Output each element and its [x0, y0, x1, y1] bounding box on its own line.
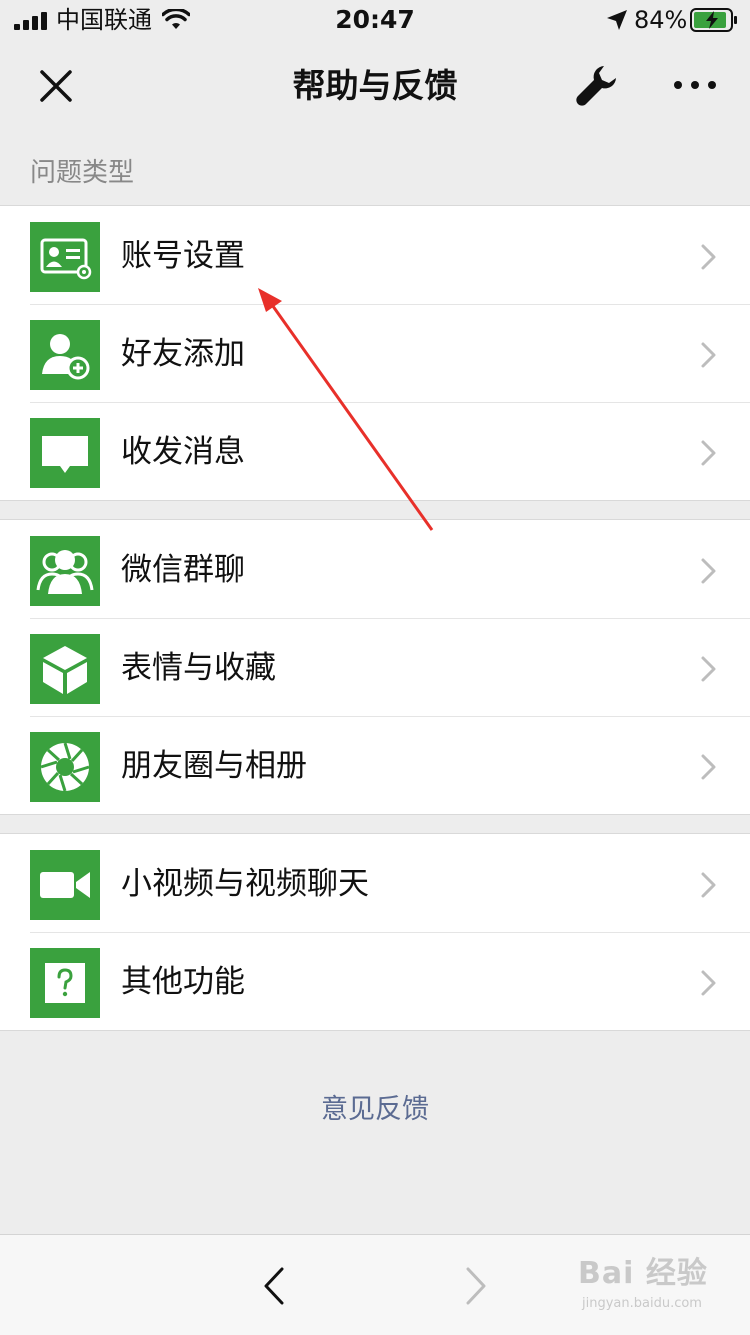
group-chat-icon — [30, 536, 100, 606]
chevron-right-icon — [701, 656, 716, 682]
chevron-right-icon — [701, 754, 716, 780]
chevron-right-icon — [701, 342, 716, 368]
menu-item-label: 表情与收藏 — [121, 650, 276, 686]
menu-item-label: 微信群聊 — [121, 552, 245, 588]
watermark-url: jingyan.baidu.com — [582, 1296, 702, 1311]
battery-charging-icon — [690, 8, 737, 32]
menu-item-video-chat[interactable]: 小视频与视频聊天 — [0, 834, 750, 932]
message-icon — [30, 418, 100, 488]
wrench-icon[interactable] — [574, 62, 620, 108]
menu-item-label: 朋友圈与相册 — [121, 748, 307, 784]
back-icon[interactable] — [260, 1265, 290, 1307]
menu-item-label: 好友添加 — [121, 336, 245, 372]
cube-icon — [30, 634, 100, 704]
more-icon[interactable] — [670, 70, 720, 100]
page-title: 帮助与反馈 — [292, 66, 458, 105]
chevron-right-icon — [701, 440, 716, 466]
status-bar: 中国联通 20:47 84% — [0, 0, 750, 40]
chevron-right-icon — [701, 244, 716, 270]
section-label: 问题类型 — [30, 158, 135, 188]
menu-item-label: 小视频与视频聊天 — [121, 866, 369, 902]
menu-group-3: 小视频与视频聊天 其他功能 — [0, 833, 750, 1031]
aperture-icon — [30, 732, 100, 802]
chevron-right-icon — [701, 558, 716, 584]
menu-item-label: 收发消息 — [121, 434, 245, 470]
chevron-right-icon — [701, 872, 716, 898]
menu-item-account-settings[interactable]: 账号设置 — [0, 206, 750, 304]
add-friend-icon — [30, 320, 100, 390]
account-settings-icon — [30, 222, 100, 292]
menu-item-messages[interactable]: 收发消息 — [0, 402, 750, 500]
baidu-watermark: Bai 经验 jingyan.baidu.com — [578, 1252, 718, 1320]
menu-item-stickers-favorites[interactable]: 表情与收藏 — [0, 618, 750, 716]
menu-group-1: 账号设置 好友添加 收发消息 — [0, 205, 750, 501]
nav-bar: 帮助与反馈 — [0, 40, 750, 130]
menu-item-label: 其他功能 — [121, 964, 245, 1000]
question-icon — [30, 948, 100, 1018]
chevron-right-icon — [701, 970, 716, 996]
location-icon — [607, 10, 627, 30]
video-icon — [30, 850, 100, 920]
menu-item-group-chat[interactable]: 微信群聊 — [0, 520, 750, 618]
menu-item-other-features[interactable]: 其他功能 — [0, 932, 750, 1030]
watermark-brand: Bai 经验 — [578, 1256, 708, 1291]
menu-group-2: 微信群聊 表情与收藏 朋友圈与相册 — [0, 519, 750, 815]
menu-item-moments-album[interactable]: 朋友圈与相册 — [0, 716, 750, 814]
menu-item-label: 账号设置 — [121, 238, 245, 274]
battery-percent: 84% — [634, 6, 688, 34]
forward-icon[interactable] — [460, 1265, 490, 1307]
menu-item-add-friend[interactable]: 好友添加 — [0, 304, 750, 402]
feedback-link[interactable]: 意见反馈 — [0, 1090, 750, 1130]
